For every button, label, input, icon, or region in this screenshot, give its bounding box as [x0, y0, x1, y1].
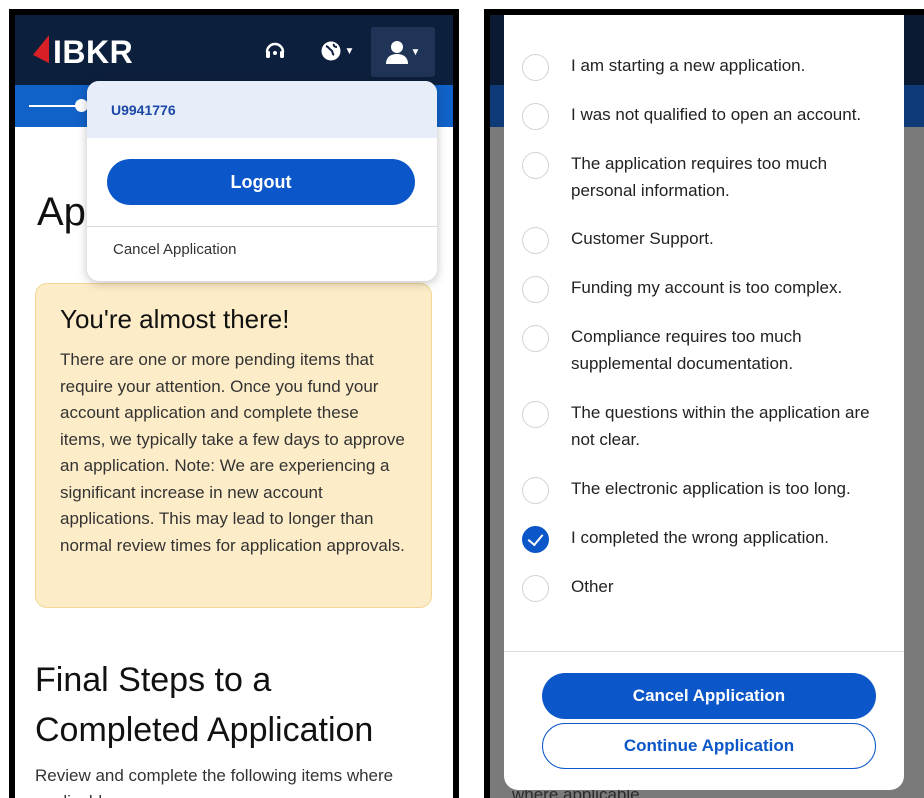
- reason-label: Funding my account is too complex.: [571, 278, 843, 297]
- final-steps-title: Final Steps to a Completed Application: [35, 661, 374, 749]
- ibkr-logo[interactable]: IBKR: [33, 33, 134, 70]
- reason-label: I completed the wrong application.: [571, 528, 829, 547]
- cancel-reason-modal: I am starting a new application. I was no…: [504, 15, 904, 790]
- reason-label: The application requires too much person…: [571, 154, 828, 200]
- reason-label: Other: [571, 577, 614, 596]
- brand-mark-icon: [33, 35, 49, 69]
- page-title: Ap: [37, 190, 86, 234]
- menu-divider: [87, 226, 437, 227]
- left-phone-screen: IBKR ▼ ▼ Ap You're almost there! There a…: [9, 9, 459, 798]
- final-steps-description: Review and complete the following items …: [35, 766, 394, 798]
- radio-unchecked-icon[interactable]: [522, 152, 549, 179]
- reason-label: Customer Support.: [571, 229, 714, 248]
- radio-unchecked-icon[interactable]: [522, 103, 549, 130]
- account-dropdown-menu: U9941776 Logout Cancel Application: [87, 81, 437, 281]
- reason-label: The questions within the application are…: [571, 403, 870, 449]
- radio-unchecked-icon[interactable]: [522, 276, 549, 303]
- status-notice: You're almost there! There are one or mo…: [35, 283, 432, 608]
- screenshot-stage: IBKR ▼ ▼ Ap You're almost there! There a…: [0, 0, 924, 798]
- reason-label: I was not qualified to open an account.: [571, 105, 862, 124]
- brand-name: IBKR: [53, 33, 134, 70]
- reason-label: I am starting a new application.: [571, 56, 806, 75]
- continue-application-button[interactable]: Continue Application: [542, 723, 876, 769]
- radio-unchecked-icon[interactable]: [522, 575, 549, 602]
- notice-body: There are one or more pending items that…: [60, 350, 405, 555]
- headset-icon[interactable]: [259, 35, 291, 67]
- notice-title: You're almost there!: [60, 304, 290, 334]
- user-icon: [385, 41, 408, 64]
- radio-unchecked-icon[interactable]: [522, 54, 549, 81]
- reason-label: The electronic application is too long.: [571, 479, 851, 498]
- reason-label: Compliance requires too much supplementa…: [571, 327, 802, 373]
- modal-divider: [504, 651, 904, 652]
- app-header: IBKR ▼ ▼: [15, 15, 453, 85]
- radio-unchecked-icon[interactable]: [522, 227, 549, 254]
- cancel-application-button[interactable]: Cancel Application: [542, 673, 876, 719]
- globe-icon[interactable]: ▼: [315, 35, 359, 67]
- radio-unchecked-icon[interactable]: [522, 325, 549, 352]
- logout-button[interactable]: Logout: [107, 159, 415, 205]
- chevron-down-icon: ▼: [410, 46, 421, 58]
- radio-unchecked-icon[interactable]: [522, 477, 549, 504]
- user-menu-button[interactable]: ▼: [371, 27, 435, 77]
- chevron-down-icon: ▼: [344, 45, 355, 57]
- account-id: U9941776: [87, 81, 437, 138]
- radio-unchecked-icon[interactable]: [522, 401, 549, 428]
- right-phone-screen: where applicable. I am starting a new ap…: [484, 9, 924, 798]
- cancel-application-menu-item[interactable]: Cancel Application: [113, 241, 236, 258]
- radio-checked-icon[interactable]: [522, 526, 549, 553]
